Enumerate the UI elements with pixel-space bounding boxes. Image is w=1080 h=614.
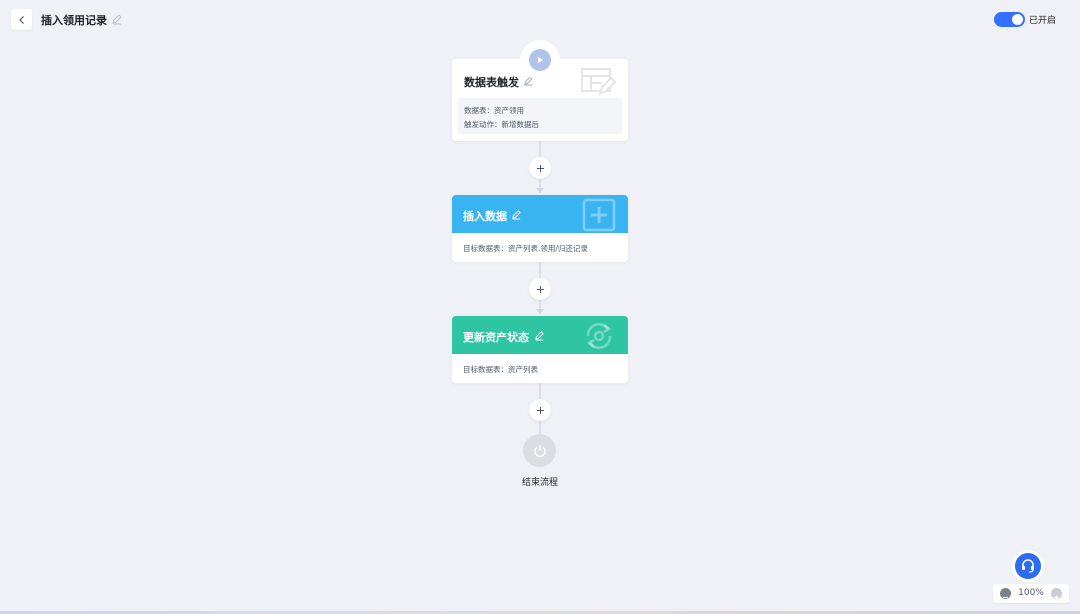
node-detail: 目标数据表：资产列表.领用/归还记录 — [463, 244, 588, 253]
plus-icon — [536, 406, 544, 414]
node-detail: 目标数据表：资产列表 — [463, 365, 538, 374]
workflow-enable-toggle[interactable]: 已开启 — [993, 12, 1056, 27]
start-node-badge — [520, 40, 560, 80]
trigger-action-row: 触发动作：新增数据后 — [464, 120, 539, 129]
end-flow-node — [523, 434, 556, 467]
toggle-knob — [1011, 14, 1023, 25]
node-header: 更新资产状态 — [452, 316, 628, 354]
zoom-control: 100% — [993, 584, 1069, 603]
connector-arrow — [536, 188, 544, 193]
toggle-switch[interactable] — [993, 12, 1025, 27]
table-edit-icon — [581, 68, 616, 96]
trigger-table-row: 数据表：资产领用 — [464, 106, 524, 115]
headset-icon — [1015, 553, 1041, 579]
update-data-node-card[interactable]: 更新资产状态 目标数据表：资产列表 — [452, 316, 628, 383]
connector-arrow — [536, 309, 544, 314]
chevron-left-icon — [18, 15, 24, 24]
node-title: 更新资产状态 — [463, 331, 529, 344]
toggle-label: 已开启 — [1028, 16, 1056, 26]
zoom-level: 100% — [1018, 588, 1044, 598]
node-header: 插入数据 — [452, 195, 628, 233]
page-title: 插入领用记录 — [41, 14, 107, 27]
trigger-info-panel: 数据表：资产领用 触发动作：新增数据后 — [458, 98, 622, 134]
refresh-gear-icon — [586, 323, 612, 349]
play-icon — [529, 49, 551, 71]
power-icon — [533, 444, 546, 457]
node-title: 插入数据 — [463, 210, 507, 223]
add-step-button[interactable] — [529, 157, 551, 179]
edit-title-icon[interactable] — [111, 13, 123, 25]
plus-icon — [536, 164, 544, 172]
top-bar: 插入领用记录 已开启 — [0, 0, 1080, 40]
customer-support-button[interactable] — [1012, 550, 1044, 582]
insert-data-node-card[interactable]: 插入数据 目标数据表：资产列表.领用/归还记录 — [452, 195, 628, 262]
trigger-title: 数据表触发 — [464, 76, 519, 89]
end-flow-label: 结束流程 — [521, 478, 558, 488]
edit-icon[interactable] — [534, 330, 545, 341]
zoom-in-button[interactable] — [1051, 588, 1062, 600]
edit-icon[interactable] — [511, 209, 522, 220]
add-step-button[interactable] — [529, 278, 551, 300]
back-button[interactable] — [11, 9, 32, 30]
zoom-out-button[interactable] — [1000, 588, 1011, 599]
add-step-button[interactable] — [529, 399, 551, 421]
plus-square-icon — [582, 198, 616, 232]
plus-icon — [536, 285, 544, 293]
